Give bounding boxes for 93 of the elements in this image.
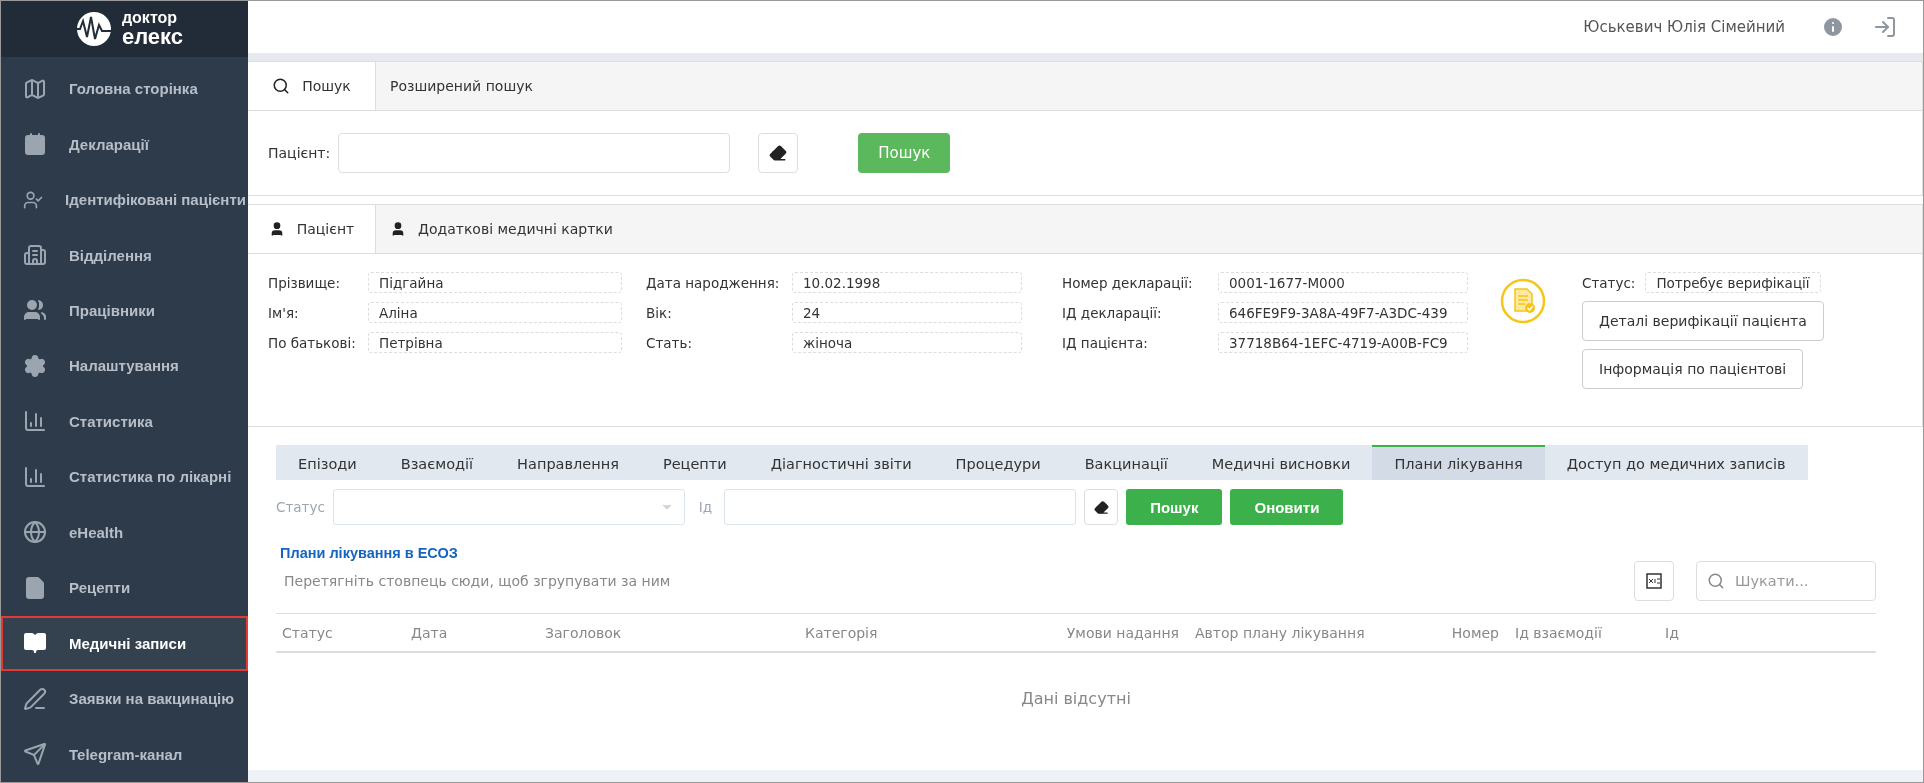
field-label: Прізвище:: [268, 273, 341, 293]
column-header[interactable]: Категорія: [799, 624, 1059, 641]
field-value: Аліна: [368, 302, 622, 323]
column-header[interactable]: Дата: [405, 624, 539, 641]
sidebar-item[interactable]: Заявки на вакцинацію: [1, 671, 248, 727]
field-value: жіноча: [792, 332, 1022, 353]
sidebar-item[interactable]: Медичні записи: [1, 615, 248, 672]
eraser-icon: [769, 144, 788, 162]
patient-input-field[interactable]: [338, 133, 731, 173]
field-label: Стать:: [646, 333, 693, 353]
field-label: Ім'я:: [268, 303, 300, 323]
pen-icon: [23, 686, 47, 711]
field-label: Статус:: [1582, 273, 1636, 293]
send-icon: [23, 742, 47, 767]
person-icon: [390, 221, 406, 237]
record-tab[interactable]: Процедури: [933, 445, 1063, 480]
book-icon: [23, 631, 47, 656]
field-label: Дата народження:: [646, 273, 781, 293]
field-label: ІД декларації:: [1062, 303, 1163, 323]
sidebar-item[interactable]: eHealth: [1, 504, 248, 561]
patient-action-button[interactable]: Інформація по пацієнтові: [1582, 349, 1804, 389]
column-header[interactable]: Статус: [276, 624, 405, 641]
record-tab[interactable]: Доступ до медичних записів: [1544, 445, 1808, 480]
certificate-icon: [1500, 278, 1546, 324]
record-tab[interactable]: Епізоди: [276, 445, 379, 480]
bar-chart-icon: [23, 464, 47, 489]
logo-text: доктор: [121, 9, 179, 27]
column-header[interactable]: Автор плану лікування: [1189, 624, 1389, 641]
search-tab[interactable]: Розширений пошук: [376, 62, 547, 110]
field-value: Підгайна: [368, 272, 622, 293]
field-label: Вік:: [646, 303, 673, 323]
field-value: 0001-1677-M000: [1218, 272, 1468, 293]
building-icon: [23, 243, 47, 267]
document-icon: [23, 575, 47, 600]
column-header[interactable]: Ід взаємодії: [1509, 624, 1659, 641]
field-value: 10.02.1998: [792, 272, 1022, 293]
user-name: Юськевич Юлія Сімейний: [1583, 18, 1785, 36]
sidebar-item[interactable]: Декларації: [1, 116, 248, 172]
users-icon: [23, 298, 47, 323]
group-hint: Перетягніть стовпець сюди, щоб згрупувати за ним: [284, 573, 671, 589]
field-value: Петрівна: [368, 332, 622, 353]
sidebar-item[interactable]: Telegram-канал: [1, 726, 248, 782]
field-label: ІД пацієнта:: [1062, 333, 1149, 353]
field-label: По батькові:: [268, 333, 357, 353]
export-button[interactable]: [1634, 561, 1674, 601]
sidebar-item[interactable]: Статистика: [1, 393, 248, 450]
search-icon: [1707, 572, 1725, 590]
field-label: Ід: [698, 499, 713, 515]
field-value: 24: [792, 302, 1022, 323]
empty-message: Дані відсутні: [1020, 689, 1132, 708]
patient-action-button[interactable]: Деталі верифікації пацієнта: [1582, 301, 1824, 341]
settings-icon: [23, 353, 47, 378]
bar-chart-icon: [23, 409, 47, 434]
field-label: Пацієнт:: [268, 145, 331, 161]
record-tab[interactable]: Направлення: [495, 445, 641, 480]
record-tab[interactable]: Медичні висновки: [1189, 445, 1373, 480]
search-icon: [272, 77, 291, 95]
record-tab[interactable]: Діагностичні звіти: [748, 445, 934, 480]
spreadsheet-icon: [1645, 572, 1663, 590]
record-tab[interactable]: Рецепти: [640, 445, 749, 480]
field-value: 646FE9F9-3A8A-49F7-A3DC-439: [1218, 302, 1468, 323]
patient-tab[interactable]: Пацієнт: [248, 205, 376, 253]
field-label: Статус: [276, 499, 325, 515]
sidebar-item[interactable]: Ідентифіковані пацієнти: [1, 171, 248, 228]
column-header[interactable]: Заголовок: [539, 624, 799, 641]
info-icon[interactable]: [1821, 15, 1845, 39]
status-value: Потребує верифікації: [1645, 272, 1821, 293]
field-value: 37718B64-1EFC-4719-A00B-FC9: [1218, 332, 1468, 353]
field-label: Номер декларації:: [1062, 273, 1194, 293]
column-header[interactable]: Номер: [1389, 624, 1509, 641]
record-tab[interactable]: Вакцинації: [1062, 445, 1190, 480]
id-input-field[interactable]: [724, 489, 1077, 525]
record-tab[interactable]: Плани лікування: [1372, 445, 1545, 480]
sidebar-item[interactable]: Рецепти: [1, 560, 248, 616]
column-header[interactable]: Ід: [1659, 624, 1876, 641]
clear-button[interactable]: [758, 133, 799, 173]
search-tab[interactable]: Пошук: [248, 62, 376, 110]
map-icon: [23, 76, 47, 101]
record-tab[interactable]: Взаємодії: [378, 445, 496, 480]
sidebar-item[interactable]: Налаштування: [1, 338, 248, 394]
placeholder: Шукати...: [1735, 573, 1809, 589]
section-title: Плани лікування в ЕСОЗ: [280, 545, 459, 561]
logout-icon[interactable]: [1873, 15, 1897, 39]
logo-text: елекс: [121, 26, 184, 49]
sidebar-item[interactable]: Відділення: [1, 227, 248, 283]
globe-icon: [23, 520, 47, 545]
column-header[interactable]: Умови надання: [1059, 624, 1189, 641]
eraser-icon: [1093, 499, 1109, 515]
sidebar-item[interactable]: Працівники: [1, 282, 248, 339]
patient-tab[interactable]: Додаткові медичні картки: [376, 205, 627, 253]
clear-button[interactable]: [1084, 489, 1119, 525]
sidebar-item[interactable]: Статистика по лікарні: [1, 449, 248, 505]
sidebar-item[interactable]: Головна сторінка: [1, 60, 248, 117]
